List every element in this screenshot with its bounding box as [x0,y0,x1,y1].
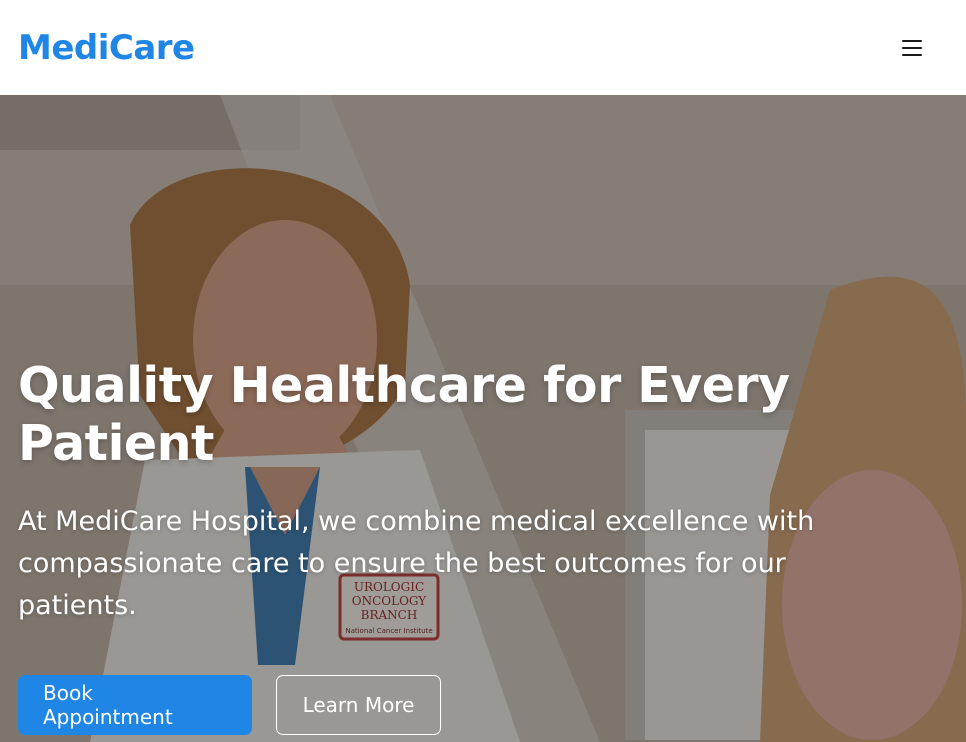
hero-description: At MediCare Hospital, we combine medical… [18,506,815,621]
learn-more-button[interactable]: Learn More [276,675,441,735]
menu-line-top [902,39,922,42]
site-header: MediCare [0,0,966,95]
hero-section: UROLOGIC ONCOLOGY BRANCH National Cancer… [0,95,966,742]
book-appointment-button[interactable]: Book Appointment [18,675,252,735]
site-logo[interactable]: MediCare [18,28,195,68]
hero-content: Quality Healthcare for Every Patient At … [18,357,918,735]
hamburger-menu-icon[interactable] [902,39,922,56]
menu-line-middle [902,46,922,49]
hero-title: Quality Healthcare for Every Patient [18,357,790,472]
menu-line-bottom [902,53,922,56]
hero-buttons: Book Appointment Learn More [18,675,918,735]
